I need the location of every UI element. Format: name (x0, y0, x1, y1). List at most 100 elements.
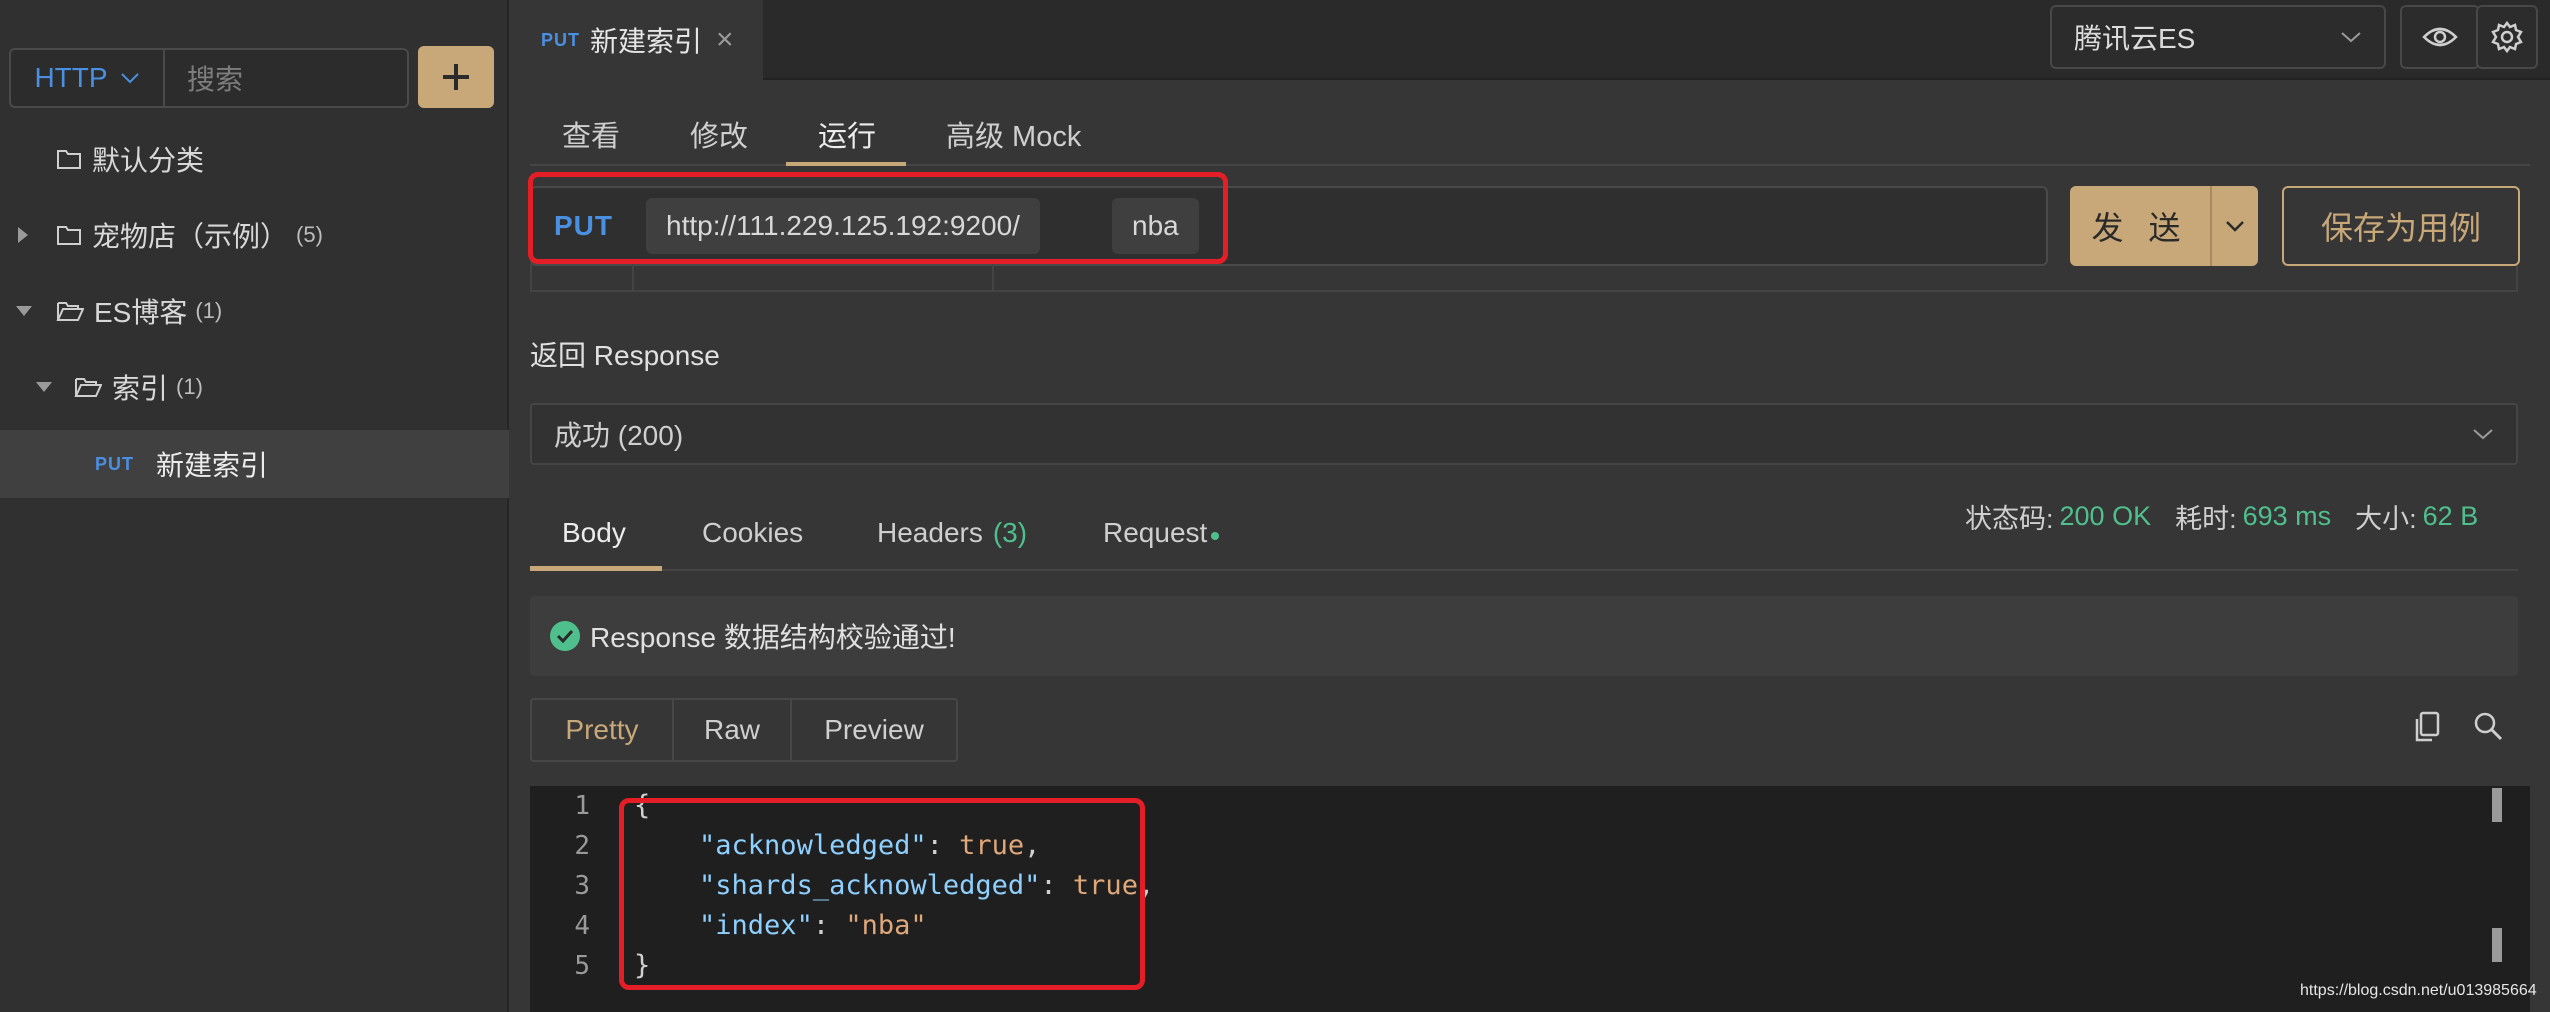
tree-item-es-blog[interactable]: ES博客 (1) (0, 277, 509, 345)
search-placeholder: 搜索 (187, 64, 244, 95)
response-title: 返回 Response (530, 340, 720, 371)
tab-run[interactable]: 运行 (818, 100, 876, 168)
send-button[interactable]: 发 送 (2070, 186, 2258, 266)
tree-item-default[interactable]: 默认分类 (0, 125, 509, 193)
tab-headers-label: Headers (877, 517, 983, 548)
copy-button[interactable] (2412, 710, 2442, 749)
params-strip (530, 264, 2518, 292)
eye-icon (2422, 27, 2458, 47)
watermark: https://blog.csdn.net/u013985664 (2300, 982, 2537, 999)
status-label: 状态码: (1965, 503, 2054, 534)
tab-advanced-mock-label: 高级 Mock (946, 121, 1082, 153)
tree-item-count: (1) (176, 374, 203, 399)
settings-button[interactable] (2476, 5, 2538, 69)
folder-open-icon (56, 302, 84, 321)
tree-item-petstore[interactable]: 宠物店（示例） (5) (0, 201, 509, 269)
protocol-select[interactable]: HTTP (11, 50, 165, 106)
tab-run-label: 运行 (818, 121, 877, 153)
eye-button[interactable] (2400, 5, 2480, 69)
tab-advanced-mock[interactable]: 高级 Mock (946, 100, 1081, 168)
dot-indicator (1211, 532, 1220, 540)
tree-item-label: 新建索引 (156, 450, 269, 481)
add-button[interactable] (418, 46, 494, 108)
line-number-gutter: 1 2 3 4 5 (530, 786, 622, 1012)
caret-right-icon[interactable] (18, 227, 28, 243)
validation-text: Response 数据结构校验通过! (590, 622, 956, 653)
search-icon (2474, 712, 2503, 741)
scrollbar-marker (2492, 788, 2502, 822)
line-number: 4 (574, 911, 590, 941)
plus-icon (443, 64, 469, 90)
gear-icon (2491, 21, 2523, 53)
send-label: 发 送 (2070, 186, 2212, 266)
time-label: 耗时: (2175, 503, 2237, 534)
highlight-box-url (528, 172, 1228, 264)
chevron-down-icon (2226, 221, 2244, 232)
active-response-tab-indicator (530, 566, 662, 571)
tree-item-index[interactable]: 索引 (1) (0, 353, 509, 421)
tree-item-count: (5) (296, 222, 323, 247)
size-label: 大小: (2355, 503, 2417, 534)
tab-request-label: Request (1103, 517, 1208, 548)
folder-open-icon (74, 378, 102, 397)
line-number: 3 (574, 871, 590, 901)
response-select[interactable]: 成功 (200) (530, 403, 2518, 465)
send-options[interactable] (2212, 186, 2258, 266)
copy-icon (2415, 711, 2440, 742)
tab-view[interactable]: 查看 (562, 100, 620, 168)
response-tab-divider (530, 569, 2518, 571)
environment-select[interactable]: 腾讯云ES (2050, 5, 2386, 69)
tab-method-badge: PUT (541, 29, 580, 50)
response-selected: 成功 (200) (554, 420, 684, 451)
tab-view-label: 查看 (562, 121, 621, 153)
view-pretty-button[interactable]: Pretty (532, 700, 674, 760)
tree-item-create-index[interactable]: PUT 新建索引 (0, 430, 509, 498)
tab-body[interactable]: Body (562, 500, 626, 566)
save-as-case-button[interactable]: 保存为用例 (2282, 186, 2520, 266)
time-value: 693 ms (2242, 500, 2332, 531)
check-circle-icon (550, 621, 580, 651)
headers-count: (3) (992, 517, 1028, 548)
caret-down-icon[interactable] (16, 306, 32, 316)
folder-icon (57, 150, 81, 169)
tab-cookies[interactable]: Cookies (702, 500, 803, 566)
highlight-box-response (619, 798, 1145, 990)
scrollbar-marker (2492, 928, 2502, 962)
tab-cookies-label: Cookies (702, 517, 804, 548)
chevron-down-icon (2473, 429, 2493, 440)
tab-body-label: Body (562, 517, 626, 548)
environment-label: 腾讯云ES (2074, 23, 2196, 54)
validation-banner: Response 数据结构校验通过! (530, 596, 2518, 676)
search-input[interactable]: 搜索 (165, 50, 407, 106)
view-mode-group: Pretty Raw Preview (530, 698, 958, 762)
tab-create-index[interactable]: PUT 新建索引 × (511, 0, 763, 80)
method-badge: PUT (95, 453, 134, 474)
size-value: 62 B (2422, 500, 2479, 531)
view-raw-button[interactable]: Raw (674, 700, 792, 760)
close-icon[interactable]: × (716, 23, 734, 57)
folder-icon (57, 226, 81, 245)
tab-request[interactable]: Request (1103, 500, 1220, 566)
line-number: 2 (574, 831, 590, 861)
tab-edit[interactable]: 修改 (690, 100, 748, 168)
tree-item-label: ES博客 (94, 297, 188, 328)
line-number: 5 (574, 951, 590, 981)
tree-item-label: 索引 (112, 373, 169, 404)
line-number: 1 (574, 791, 590, 821)
search-button[interactable] (2472, 710, 2504, 747)
chevron-down-icon (120, 73, 139, 84)
tab-title: 新建索引 (590, 26, 703, 57)
tree-item-label: 默认分类 (92, 145, 205, 176)
protocol-search-bar: HTTP 搜索 (9, 48, 409, 108)
tab-edit-label: 修改 (690, 121, 749, 153)
tab-headers[interactable]: Headers (3) (877, 500, 1027, 566)
tree-item-label: 宠物店（示例） (92, 221, 289, 252)
view-preview-button[interactable]: Preview (792, 700, 956, 760)
status-value: 200 OK (2059, 500, 2152, 531)
caret-down-icon[interactable] (36, 382, 52, 392)
tree-item-count: (1) (195, 298, 223, 323)
protocol-label: HTTP (34, 62, 108, 93)
chevron-down-icon (2341, 32, 2361, 43)
active-tab-indicator (786, 162, 906, 166)
response-stats: 状态码: 200 OK 耗时: 693 ms 大小: 62 B (1965, 498, 2478, 534)
